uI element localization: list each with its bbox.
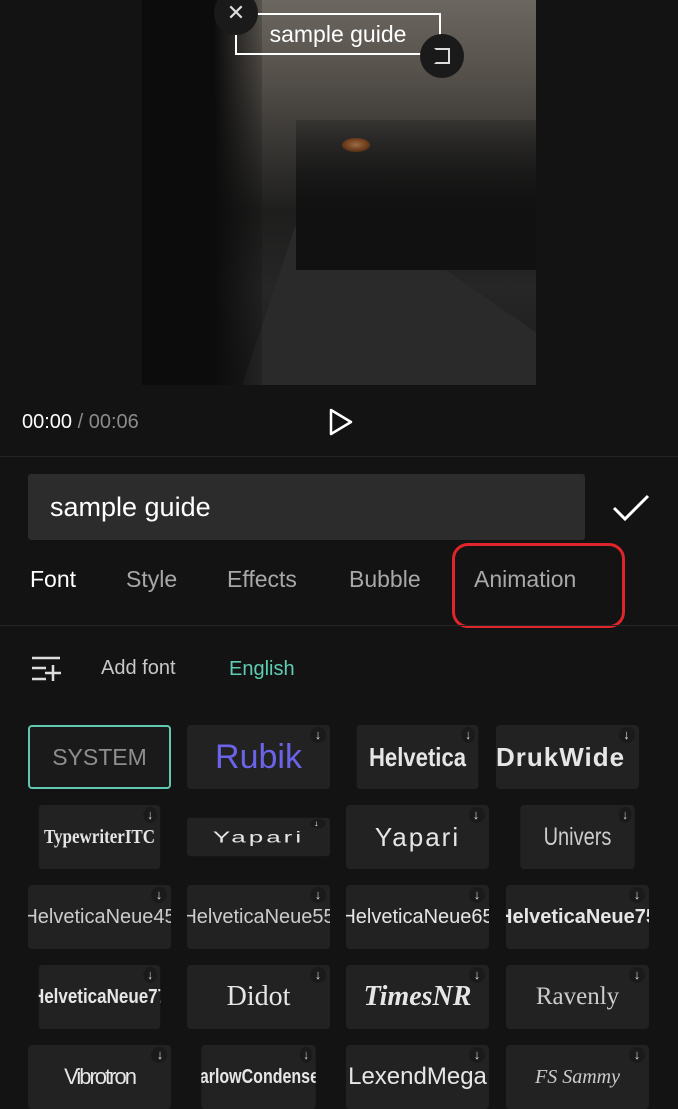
download-icon[interactable]: ↓ bbox=[629, 887, 645, 903]
font-name: Yapari bbox=[212, 827, 305, 846]
font-name: Helvetica bbox=[368, 741, 467, 772]
time-display: 00:00 / 00:06 bbox=[22, 411, 139, 434]
font-name: SYSTEM bbox=[52, 743, 147, 770]
font-tile[interactable]: HelveticaNeue65 ↓ bbox=[346, 885, 489, 949]
checkmark-icon[interactable] bbox=[612, 494, 650, 522]
download-icon[interactable]: ↓ bbox=[469, 967, 485, 983]
download-icon[interactable]: ↓ bbox=[618, 807, 632, 823]
font-tile[interactable]: Yapari ↓ bbox=[187, 817, 330, 857]
download-icon[interactable]: ↓ bbox=[629, 967, 645, 983]
current-time: 00:00 bbox=[22, 411, 73, 433]
download-icon[interactable]: ↓ bbox=[310, 887, 326, 903]
text-overlay-box[interactable]: sample guide bbox=[235, 13, 441, 55]
font-tile[interactable]: BarlowCondensed ↓ bbox=[201, 1045, 316, 1109]
font-tile[interactable]: Ravenly ↓ bbox=[506, 965, 649, 1029]
font-name: TimesNR bbox=[363, 981, 472, 1012]
time-separator: / bbox=[77, 411, 84, 433]
text-input[interactable] bbox=[28, 474, 585, 540]
font-tile[interactable]: FS Sammy ↓ bbox=[506, 1045, 649, 1109]
tab-bubble[interactable]: Bubble bbox=[349, 566, 421, 593]
download-icon[interactable]: ↓ bbox=[310, 727, 326, 743]
font-tile[interactable]: HelveticaNeue45 ↓ bbox=[28, 885, 171, 949]
download-icon[interactable]: ↓ bbox=[310, 819, 326, 829]
trees bbox=[296, 120, 536, 270]
font-tile[interactable]: Yapari ↓ bbox=[346, 805, 489, 869]
font-name: HelveticaNeue75 bbox=[506, 905, 649, 928]
font-tile[interactable]: TypewriterITC ↓ bbox=[38, 805, 161, 869]
font-name: Rubik bbox=[215, 737, 302, 776]
font-name: HelveticaNeue65 bbox=[346, 905, 489, 928]
font-tile[interactable]: Rubik ↓ bbox=[187, 725, 330, 789]
download-icon[interactable]: ↓ bbox=[151, 887, 167, 903]
font-name: Vibrotron bbox=[64, 1064, 137, 1089]
download-icon[interactable]: ↓ bbox=[469, 807, 485, 823]
font-name: Univers bbox=[543, 822, 612, 851]
font-name: HelveticaNeue55 bbox=[187, 905, 330, 928]
font-name: HelveticaNeue77 bbox=[39, 985, 161, 1008]
download-icon[interactable]: ↓ bbox=[469, 887, 485, 903]
divider bbox=[0, 625, 678, 626]
trees bbox=[142, 0, 262, 385]
font-tile[interactable]: LexendMega ↓ bbox=[346, 1045, 489, 1109]
tab-font[interactable]: Font bbox=[30, 566, 76, 593]
font-name: LexendMega bbox=[348, 1063, 487, 1090]
font-name: BarlowCondensed bbox=[201, 1065, 315, 1088]
overlay-text: sample guide bbox=[269, 20, 407, 47]
font-tile[interactable]: Univers ↓ bbox=[520, 805, 635, 869]
highlight-annotation bbox=[452, 543, 625, 628]
font-name: FS Sammy bbox=[535, 1065, 620, 1088]
font-tile[interactable]: Helvetica ↓ bbox=[356, 725, 479, 789]
download-icon[interactable]: ↓ bbox=[310, 967, 326, 983]
font-tile[interactable]: TimesNR ↓ bbox=[346, 965, 489, 1029]
font-name: Ravenly bbox=[535, 983, 620, 1010]
font-tile[interactable]: Didot ↓ bbox=[187, 965, 330, 1029]
download-icon[interactable]: ↓ bbox=[619, 727, 635, 743]
download-icon[interactable]: ↓ bbox=[151, 1047, 167, 1063]
font-tile[interactable]: HelveticaNeue55 ↓ bbox=[187, 885, 330, 949]
font-name: Didot bbox=[226, 981, 291, 1012]
rotate-scale-icon[interactable] bbox=[420, 34, 464, 78]
add-list-icon[interactable] bbox=[32, 656, 62, 682]
download-icon[interactable]: ↓ bbox=[299, 1047, 313, 1063]
font-name: Yapari bbox=[374, 821, 461, 852]
font-tile[interactable]: SYSTEM bbox=[28, 725, 171, 789]
tab-effects[interactable]: Effects bbox=[227, 566, 297, 593]
font-tile[interactable]: HelveticaNeue75 ↓ bbox=[506, 885, 649, 949]
download-icon[interactable]: ↓ bbox=[469, 1047, 485, 1063]
font-tile[interactable]: DrukWide ↓ bbox=[496, 725, 639, 789]
font-name: DrukWide bbox=[496, 741, 626, 772]
add-font-button[interactable]: Add font bbox=[101, 657, 176, 680]
download-icon[interactable]: ↓ bbox=[143, 967, 157, 983]
tab-style[interactable]: Style bbox=[126, 566, 177, 593]
font-tile[interactable]: HelveticaNeue77 ↓ bbox=[38, 965, 161, 1029]
divider bbox=[0, 456, 678, 457]
download-icon[interactable]: ↓ bbox=[461, 727, 475, 743]
font-name: HelveticaNeue45 bbox=[28, 905, 171, 928]
font-name: TypewriterITC bbox=[43, 825, 156, 848]
language-filter[interactable]: English bbox=[229, 658, 295, 681]
video-preview[interactable] bbox=[142, 0, 536, 385]
font-tile[interactable]: Vibrotron ↓ bbox=[28, 1045, 171, 1109]
download-icon[interactable]: ↓ bbox=[629, 1047, 645, 1063]
play-icon[interactable] bbox=[328, 408, 354, 436]
download-icon[interactable]: ↓ bbox=[143, 807, 157, 823]
duration: 00:06 bbox=[88, 411, 139, 433]
